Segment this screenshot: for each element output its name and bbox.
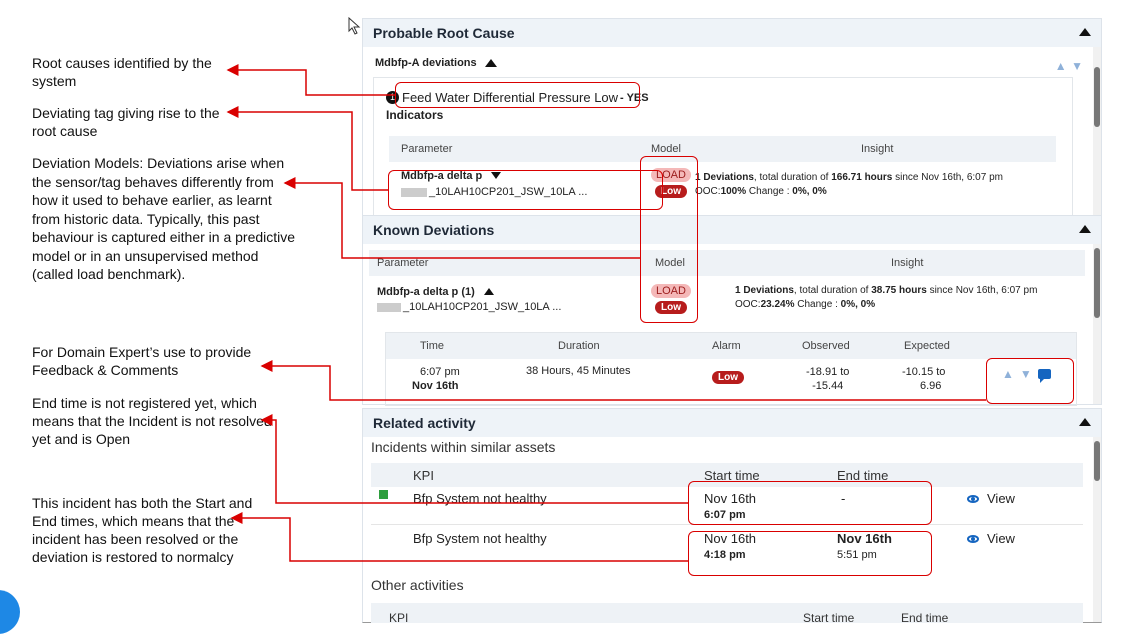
arrow-resolved-incident	[230, 512, 688, 562]
arrow-open-incident	[260, 414, 688, 504]
arrow-deviation-models	[283, 177, 640, 259]
annotation-arrows	[226, 64, 986, 562]
arrow-deviating-tag	[226, 106, 388, 191]
mouse-cursor-icon	[348, 17, 361, 35]
arrow-root-causes	[226, 64, 395, 96]
arrow-feedback	[260, 360, 986, 401]
